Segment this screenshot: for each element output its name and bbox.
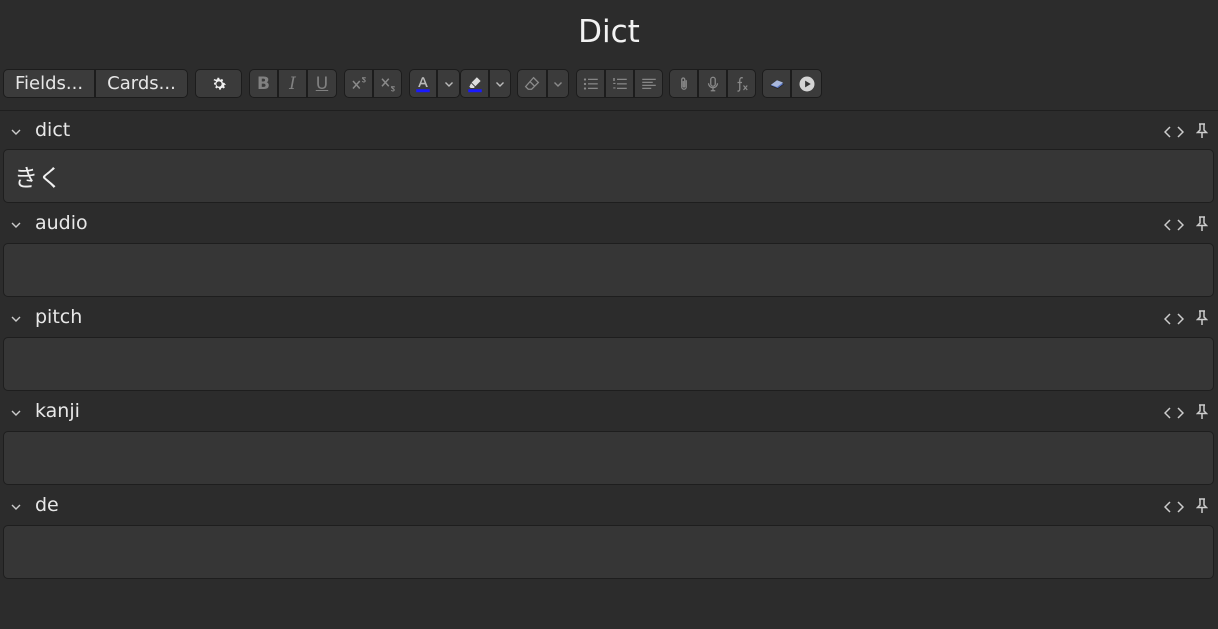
microphone-icon bbox=[707, 76, 718, 91]
subscript-button[interactable] bbox=[373, 69, 402, 98]
field-header-de: de bbox=[0, 493, 1218, 521]
eraser-icon bbox=[524, 76, 540, 90]
html-editor-toggle-icon[interactable] bbox=[1164, 499, 1184, 515]
text-color-dropdown[interactable] bbox=[437, 69, 460, 98]
italic-button[interactable]: I bbox=[278, 69, 307, 98]
html-editor-toggle-icon[interactable] bbox=[1164, 124, 1184, 140]
superscript-icon bbox=[351, 76, 366, 89]
field-name: pitch bbox=[35, 306, 83, 328]
text-color-icon bbox=[416, 76, 430, 92]
pin-icon[interactable] bbox=[1196, 216, 1208, 232]
bullet-list-icon bbox=[583, 77, 598, 90]
unordered-list-button[interactable] bbox=[576, 69, 605, 98]
paperclip-icon bbox=[680, 76, 687, 90]
bold-button[interactable]: B bbox=[249, 69, 278, 98]
field-name: kanji bbox=[35, 400, 80, 422]
mathjax-button[interactable] bbox=[727, 69, 756, 98]
bold-label: B bbox=[257, 73, 270, 94]
text-color-button[interactable] bbox=[409, 69, 437, 98]
play-circle-icon bbox=[799, 76, 814, 91]
underline-button[interactable]: U bbox=[307, 69, 337, 98]
field-header-audio: audio bbox=[0, 211, 1218, 239]
clear-format-dropdown[interactable] bbox=[547, 69, 569, 98]
collapse-chevron-icon[interactable] bbox=[10, 501, 22, 513]
collapse-chevron-icon[interactable] bbox=[10, 126, 22, 138]
field-header-kanji: kanji bbox=[0, 399, 1218, 427]
addon-play-button[interactable] bbox=[791, 69, 822, 98]
chevron-down-icon bbox=[444, 81, 453, 87]
fields-button[interactable]: Fields... bbox=[3, 69, 95, 98]
gear-icon bbox=[212, 77, 226, 90]
pin-icon[interactable] bbox=[1196, 310, 1208, 326]
function-icon bbox=[736, 76, 748, 92]
editor-toolbar: Fields... Cards... B I U bbox=[0, 68, 1218, 100]
collapse-chevron-icon[interactable] bbox=[10, 313, 22, 325]
underline-label: U bbox=[315, 73, 329, 94]
collapse-chevron-icon[interactable] bbox=[10, 219, 22, 231]
pin-icon[interactable] bbox=[1196, 123, 1208, 139]
field-input-kanji[interactable] bbox=[3, 431, 1214, 485]
collapse-chevron-icon[interactable] bbox=[10, 407, 22, 419]
pin-icon[interactable] bbox=[1196, 498, 1208, 514]
chevron-down-icon bbox=[496, 81, 504, 87]
superscript-button[interactable] bbox=[344, 69, 373, 98]
field-input-pitch[interactable] bbox=[3, 337, 1214, 391]
toolbar-divider bbox=[0, 110, 1218, 111]
html-editor-toggle-icon[interactable] bbox=[1164, 217, 1184, 233]
alignment-button[interactable] bbox=[634, 69, 663, 98]
pin-icon[interactable] bbox=[1196, 404, 1208, 420]
field-name: audio bbox=[35, 212, 88, 234]
cards-button[interactable]: Cards... bbox=[95, 69, 188, 98]
italic-label: I bbox=[289, 73, 296, 94]
subscript-icon bbox=[380, 77, 395, 91]
field-name: dict bbox=[35, 119, 71, 141]
note-settings-button[interactable] bbox=[195, 69, 242, 98]
book-icon bbox=[769, 79, 784, 89]
field-input-dict[interactable]: きく bbox=[3, 149, 1214, 203]
addon-dictionary-button[interactable] bbox=[762, 69, 791, 98]
highlight-color-button[interactable] bbox=[460, 69, 489, 98]
highlight-color-dropdown[interactable] bbox=[489, 69, 511, 98]
field-name: de bbox=[35, 494, 59, 516]
field-header-dict: dict bbox=[0, 118, 1218, 146]
align-left-icon bbox=[641, 78, 656, 89]
html-editor-toggle-icon[interactable] bbox=[1164, 405, 1184, 421]
ordered-list-button[interactable] bbox=[605, 69, 634, 98]
field-input-de[interactable] bbox=[3, 525, 1214, 579]
html-editor-toggle-icon[interactable] bbox=[1164, 311, 1184, 327]
chevron-down-icon bbox=[554, 81, 562, 87]
record-audio-button[interactable] bbox=[698, 69, 727, 98]
clear-format-button[interactable] bbox=[517, 69, 547, 98]
highlighter-icon bbox=[467, 76, 482, 92]
field-value: きく bbox=[14, 164, 62, 192]
field-header-pitch: pitch bbox=[0, 305, 1218, 333]
note-type-title: Dict bbox=[578, 14, 640, 50]
attach-media-button[interactable] bbox=[669, 69, 698, 98]
numbered-list-icon bbox=[612, 77, 627, 89]
field-input-audio[interactable] bbox=[3, 243, 1214, 297]
